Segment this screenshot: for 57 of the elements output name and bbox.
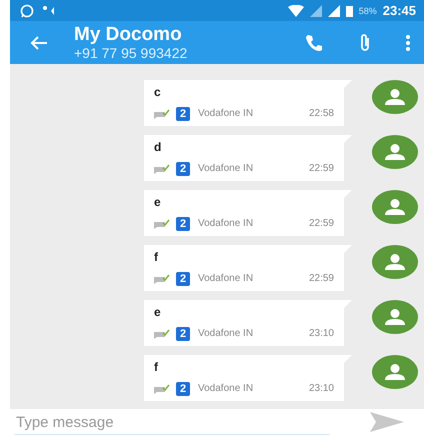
message-time: 22:58 [308,108,334,120]
avatar-icon [372,244,418,279]
signal-icon [310,4,322,17]
back-arrow-icon [30,34,48,51]
battery-icon [346,4,353,17]
message-time: 23:10 [308,328,334,340]
delivered-icon [154,328,170,339]
contact-name: My Docomo [74,24,183,45]
chat-app-icon [20,4,34,18]
sim-badge: 2 [176,106,190,121]
message-time: 22:59 [308,273,334,284]
phone-number: +91 77 95 993422 [74,44,188,61]
battery-percentage: 58% [358,6,377,16]
sim-badge: 2 [176,216,190,231]
carrier-name: Vodafone IN [198,328,254,340]
sim-badge: 2 [176,162,190,176]
delivered-icon [154,384,170,394]
avatar-icon [372,300,418,334]
message-text: f [154,250,158,264]
signal-icon [328,4,340,17]
carrier-name: Vodafone IN [198,218,254,230]
message-text: c [154,84,161,99]
message-time: 22:59 [308,218,334,230]
delivered-icon [154,164,170,174]
carrier-name: Vodafone IN [198,163,254,174]
message-bubble[interactable]: c 2 Vodafone IN 22:58 [144,80,352,126]
sim-badge: 2 [176,272,190,286]
message-bubble[interactable]: d 2 Vodafone IN 22:59 [144,134,352,181]
carrier-name: Vodafone IN [198,108,254,120]
wifi-icon [288,4,304,17]
message-text: e [154,304,161,319]
sim-badge: 2 [176,382,190,396]
more-icon [406,34,410,51]
avatar-icon [372,80,418,114]
message-bubble[interactable]: e 2 Vodafone IN 23:10 [144,300,352,346]
message-text: f [154,360,158,374]
avatar-icon [372,190,418,224]
message-bubble[interactable]: f 2 Vodafone IN 22:59 [144,244,352,291]
carrier-name: Vodafone IN [198,383,254,394]
delivered-icon [154,218,170,229]
delivered-icon [154,108,170,119]
message-text: d [154,140,162,154]
paperclip-icon [358,32,372,53]
notification-icon [40,4,56,17]
carrier-name: Vodafone IN [198,273,254,284]
delivered-icon [154,274,170,284]
message-bubble[interactable]: f 2 Vodafone IN 23:10 [144,354,352,401]
message-bubble[interactable]: e 2 Vodafone IN 22:59 [144,190,352,236]
avatar-icon [372,354,418,389]
message-time: 23:10 [308,383,334,394]
avatar-icon [372,134,418,169]
status-time: 23:45 [382,3,416,18]
send-button[interactable] [370,412,404,435]
message-text: e [154,194,161,209]
sim-badge: 2 [176,326,190,341]
message-time: 22:59 [308,163,334,174]
phone-icon [304,32,324,53]
